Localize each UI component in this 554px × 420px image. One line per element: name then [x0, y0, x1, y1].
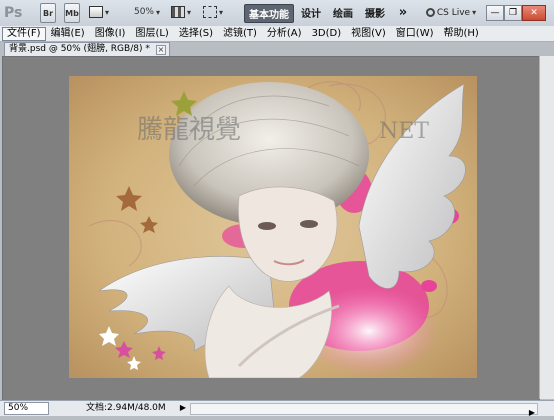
screen-mode-icon — [202, 6, 217, 18]
watermark-suffix: NET — [379, 119, 429, 144]
cs-live-icon — [425, 8, 435, 17]
bridge-button[interactable]: Br — [40, 3, 56, 23]
application-bar: Ps Br Mb 50% 基本功能 设计 绘画 摄影 » CS Live — ❐… — [0, 0, 554, 27]
mini-bridge-button[interactable]: Mb — [64, 3, 80, 23]
restore-icon[interactable]: ❐ — [504, 5, 522, 21]
menu-bar: 文件(F) 编辑(E) 图像(I) 图层(L) 选择(S) 滤镜(T) 分析(A… — [0, 26, 554, 42]
menu-image[interactable]: 图像(I) — [90, 26, 131, 41]
menu-filter[interactable]: 滤镜(T) — [218, 26, 262, 41]
document-tab-bar: 背景.psd @ 50% (翅膀, RGB/8) * × — [0, 42, 554, 56]
document-workspace[interactable]: 騰龍視覺 NET — [2, 56, 540, 401]
menu-file[interactable]: 文件(F) — [2, 26, 46, 41]
status-menu-arrow-icon[interactable]: ▶ — [178, 403, 188, 413]
angel-artwork: 騰龍視覺 NET — [69, 76, 477, 378]
document-size-info: 文档:2.94M/48.0M — [86, 403, 166, 413]
workspace-painting-button[interactable]: 绘画 — [332, 4, 354, 21]
more-workspaces-button[interactable]: » — [396, 4, 410, 21]
photoshop-logo: Ps — [4, 5, 23, 21]
vertical-scrollbar[interactable] — [539, 56, 554, 399]
menu-select[interactable]: 选择(S) — [174, 26, 218, 41]
arrange-documents-icon — [170, 6, 185, 18]
menu-layer[interactable]: 图层(L) — [130, 26, 173, 41]
workspace-essentials-button[interactable]: 基本功能 — [244, 4, 294, 23]
workspace-photography-button[interactable]: 摄影 — [364, 4, 386, 21]
horizontal-scrollbar[interactable]: ▶ — [190, 403, 538, 417]
view-extras-dropdown[interactable] — [88, 3, 110, 21]
menu-analysis[interactable]: 分析(A) — [262, 26, 307, 41]
status-bar: 50% 文档:2.94M/48.0M ▶ ▶ — [0, 400, 554, 417]
menu-edit[interactable]: 编辑(E) — [46, 26, 90, 41]
scroll-right-icon[interactable]: ▶ — [529, 406, 535, 420]
menu-help[interactable]: 帮助(H) — [439, 26, 484, 41]
close-window-icon[interactable]: ✕ — [522, 5, 546, 21]
close-tab-icon[interactable]: × — [156, 45, 166, 55]
view-extras-icon — [88, 6, 103, 18]
watermark-text: 騰龍視覺 — [137, 115, 241, 145]
cs-live-button[interactable]: CS Live — [425, 4, 477, 21]
menu-window[interactable]: 窗口(W) — [391, 26, 439, 41]
image-canvas[interactable]: 騰龍視覺 NET — [69, 76, 477, 378]
screen-mode-dropdown[interactable] — [202, 3, 224, 21]
menu-3d[interactable]: 3D(D) — [307, 26, 347, 41]
zoom-level-dropdown[interactable]: 50% — [128, 3, 166, 21]
workspace-design-button[interactable]: 设计 — [300, 4, 322, 21]
document-tab-title: 背景.psd @ 50% (翅膀, RGB/8) * — [9, 44, 150, 54]
zoom-level-value: 50% — [133, 7, 154, 17]
document-tab[interactable]: 背景.psd @ 50% (翅膀, RGB/8) * × — [4, 42, 170, 56]
menu-view[interactable]: 视图(V) — [346, 26, 391, 41]
minimize-icon[interactable]: — — [486, 5, 504, 21]
cs-live-label: CS Live — [436, 7, 471, 18]
zoom-input[interactable]: 50% — [4, 402, 49, 415]
arrange-documents-dropdown[interactable] — [170, 3, 192, 21]
